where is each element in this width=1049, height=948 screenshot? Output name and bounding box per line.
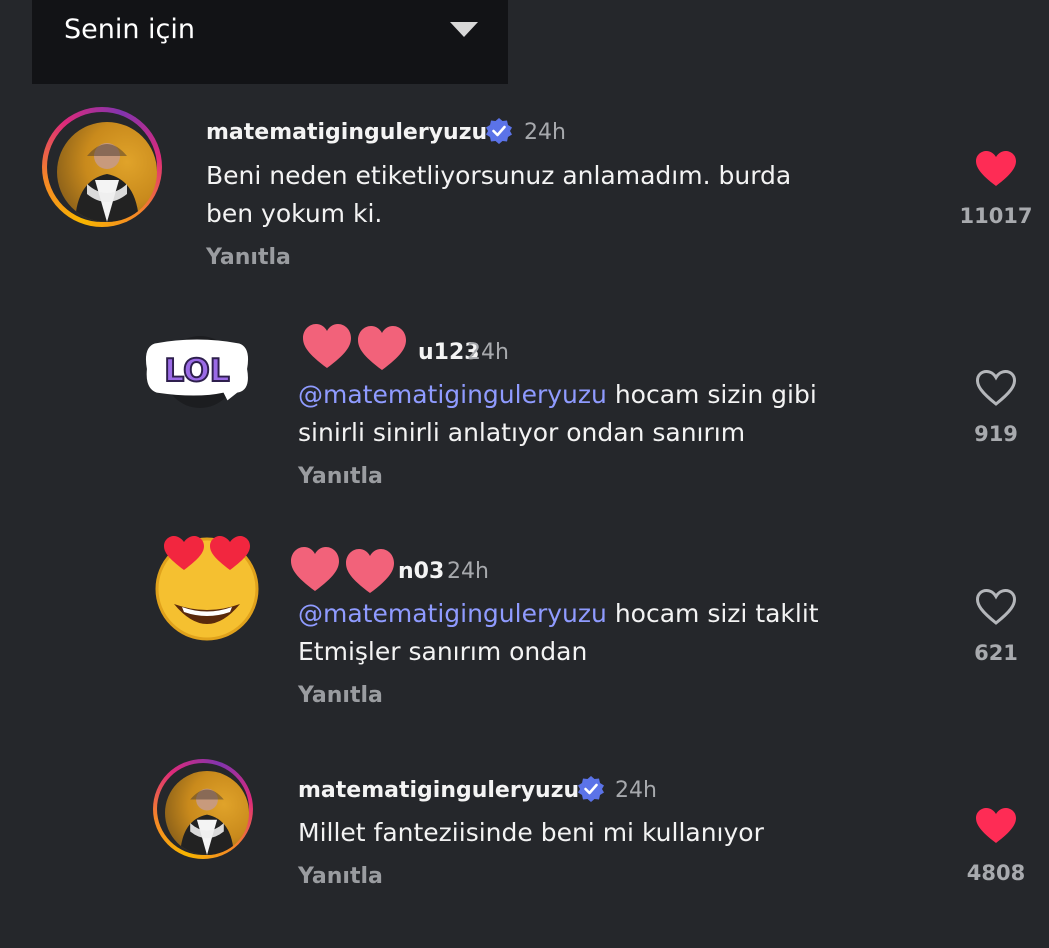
like-count: 919 [974,422,1018,446]
comments-page: Senin için matematiginguleryuzu 24h Beni… [0,0,1049,948]
like-count: 621 [974,641,1018,665]
heart-outline-icon[interactable] [975,588,1017,626]
verified-badge-icon [578,776,604,802]
avatar[interactable] [42,107,162,227]
person-photo-icon [75,143,139,222]
heart-filled-icon[interactable] [975,150,1017,188]
comment-text: @matematiginguleryuzu hocam sizin gibi s… [298,380,817,447]
like-count: 4808 [966,861,1026,885]
comment-username[interactable]: matematiginguleryuzu [206,120,487,145]
comment-text: Millet fanteziisinde beni mi kullanıyor [298,818,764,847]
reply-button[interactable]: Yanıtla [298,683,383,708]
mention-link[interactable]: @matematiginguleryuzu [298,380,607,409]
reply-button[interactable]: Yanıtla [206,245,291,270]
like-count: 11017 [959,204,1033,228]
comment-time: 24h [447,559,489,584]
chevron-down-icon [450,22,478,37]
heart-filled-icon[interactable] [975,807,1017,845]
comment-time: 24h [615,778,657,803]
reply-button[interactable]: Yanıtla [298,464,383,489]
sticker-text: LOL [164,353,230,389]
comment-time: 24h [467,340,509,365]
avatar[interactable] [153,759,253,859]
heart-eyes-emoji-icon[interactable] [152,532,262,642]
hearts-sticker-icon [303,324,406,370]
comment-text: Beni neden etiketliyorsunuz anlamadım. b… [206,161,792,228]
comment-text: @matematiginguleryuzu hocam sizi taklit … [298,599,819,666]
reply-button[interactable]: Yanıtla [298,864,383,889]
comment-username[interactable]: matematiginguleryuzu [298,778,579,803]
verified-badge-icon [486,118,512,144]
sort-label: Senin için [64,14,196,45]
hearts-sticker-icon [291,547,394,593]
lol-sticker-icon: LOL [145,339,249,401]
mention-link[interactable]: @matematiginguleryuzu [298,599,607,628]
person-photo-icon [180,788,234,855]
comment-time: 24h [524,120,566,145]
sort-dropdown[interactable]: Senin için [32,0,508,84]
heart-outline-icon[interactable] [975,369,1017,407]
